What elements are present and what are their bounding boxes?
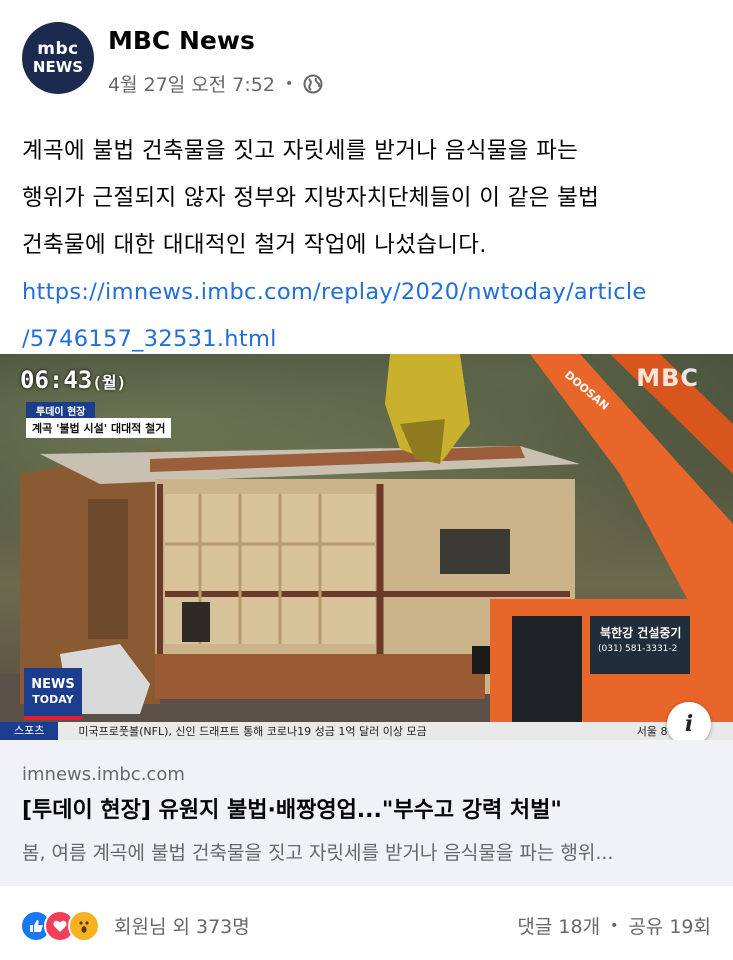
demolition-scene <box>0 354 733 740</box>
post-timestamp[interactable]: 4월 27일 오전 7:52 <box>108 70 275 97</box>
reactions-count[interactable]: 회원님 외 373명 <box>114 912 250 939</box>
globe-icon[interactable] <box>303 74 323 94</box>
post-meta: 4월 27일 오전 7:52 • <box>108 70 323 97</box>
excavator-phone: (031) 581-3331-2 <box>598 644 678 654</box>
preview-description: 봄, 여름 계곡에 불법 건축물을 짓고 자릿세를 받거나 음식물을 파는 행위… <box>22 842 614 864</box>
post-header: mbc NEWS MBC News 4월 27일 오전 7:52 • <box>0 0 733 110</box>
post-text-line: 행위가 근절되지 않자 정부와 지방자치단체들이 이 같은 불법 <box>22 185 600 211</box>
mbc-watermark: MBC <box>636 364 699 392</box>
post-footer: 회원님 외 373명 댓글 18개 • 공유 19회 <box>0 886 733 960</box>
news-ticker: 스포츠 미국프로풋볼(NFL), 신인 드래프트 통해 코로나19 성금 1억 … <box>0 722 733 740</box>
preview-domain: imnews.imbc.com <box>22 764 185 785</box>
program-tag: 투데이 현장 <box>26 402 96 419</box>
stats-separator: • <box>610 917 619 934</box>
comments-count[interactable]: 댓글 18개 <box>517 912 600 939</box>
link-preview[interactable]: imnews.imbc.com [투데이 현장] 유원지 불법·배짱영업..."… <box>0 740 733 886</box>
broadcast-time: 06:43(월) <box>20 366 126 394</box>
meta-separator: • <box>284 75 294 92</box>
ticker-text: 미국프로풋볼(NFL), 신인 드래프트 통해 코로나19 성금 1억 달러 이… <box>78 725 427 738</box>
avatar-logo-line1: mbc <box>37 39 79 59</box>
excavator-company: 북한강 건설중기 <box>600 626 682 640</box>
engagement-stats: 댓글 18개 • 공유 19회 <box>517 912 711 939</box>
page-name[interactable]: MBC News <box>108 26 255 55</box>
preview-title[interactable]: [투데이 현장] 유원지 불법·배짱영업..."부수고 강력 처벌" <box>22 792 562 824</box>
post-text-line: 건축물에 대한 대대적인 철거 작업에 나섰습니다. <box>22 232 487 258</box>
page-avatar[interactable]: mbc NEWS <box>22 22 94 94</box>
news-video-thumbnail[interactable]: 06:43(월) 투데이 현장 계곡 '불법 시설' 대대적 철거 MBC DO… <box>0 354 733 740</box>
logo-line2: TODAY <box>32 693 74 706</box>
wow-icon <box>68 910 100 942</box>
post-link[interactable]: https://imnews.imbc.com/replay/2020/nwto… <box>22 269 712 316</box>
avatar-logo-line2: NEWS <box>32 58 84 76</box>
info-icon[interactable]: i <box>667 702 711 740</box>
ticker-category: 스포츠 <box>0 722 59 740</box>
post-body: 계곡에 불법 건축물을 짓고 자릿세를 받거나 음식물을 파는 행위가 근절되지… <box>22 128 712 363</box>
broadcast-day: (월) <box>92 373 127 392</box>
headline-tag: 계곡 '불법 시설' 대대적 철거 <box>26 418 172 438</box>
news-today-logo: NEWS TODAY <box>24 668 82 720</box>
post-text-line: 계곡에 불법 건축물을 짓고 자릿세를 받거나 음식물을 파는 <box>22 138 579 164</box>
reaction-icons[interactable] <box>20 910 100 942</box>
shares-count[interactable]: 공유 19회 <box>628 912 711 939</box>
broadcast-clock: 06:43 <box>20 366 93 394</box>
logo-line1: NEWS <box>31 677 75 692</box>
